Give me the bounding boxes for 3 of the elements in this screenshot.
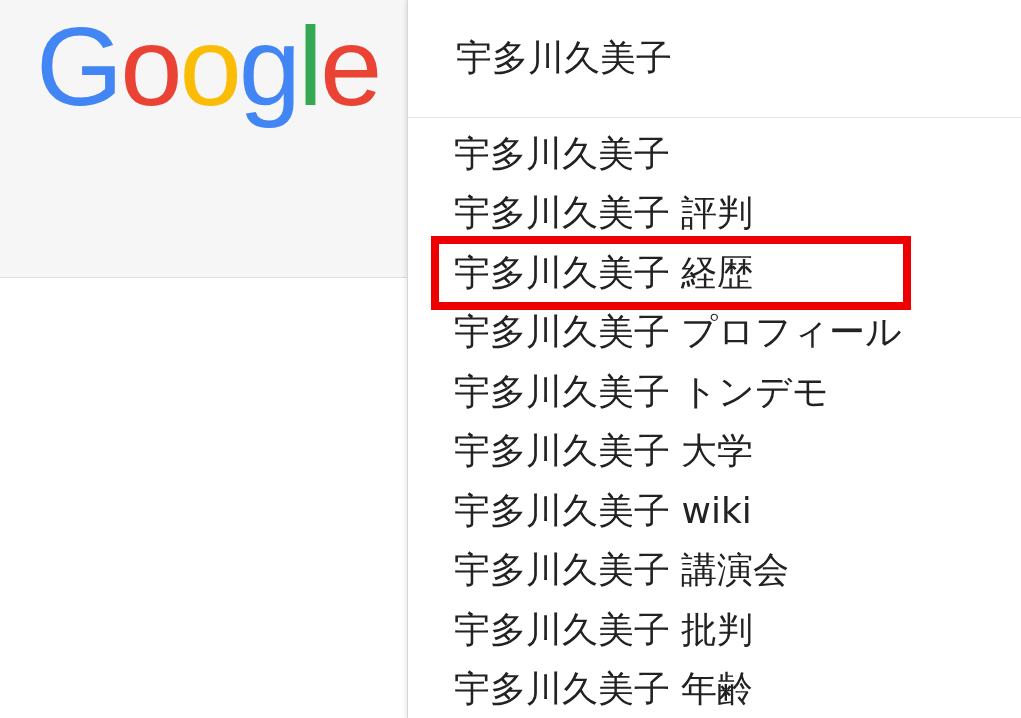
search-field[interactable]: 宇多川久美子 (408, 0, 1021, 118)
highlighted-suggestion[interactable]: 宇多川久美子 経歴 (431, 235, 911, 310)
logo[interactable]: Google (36, 2, 380, 132)
